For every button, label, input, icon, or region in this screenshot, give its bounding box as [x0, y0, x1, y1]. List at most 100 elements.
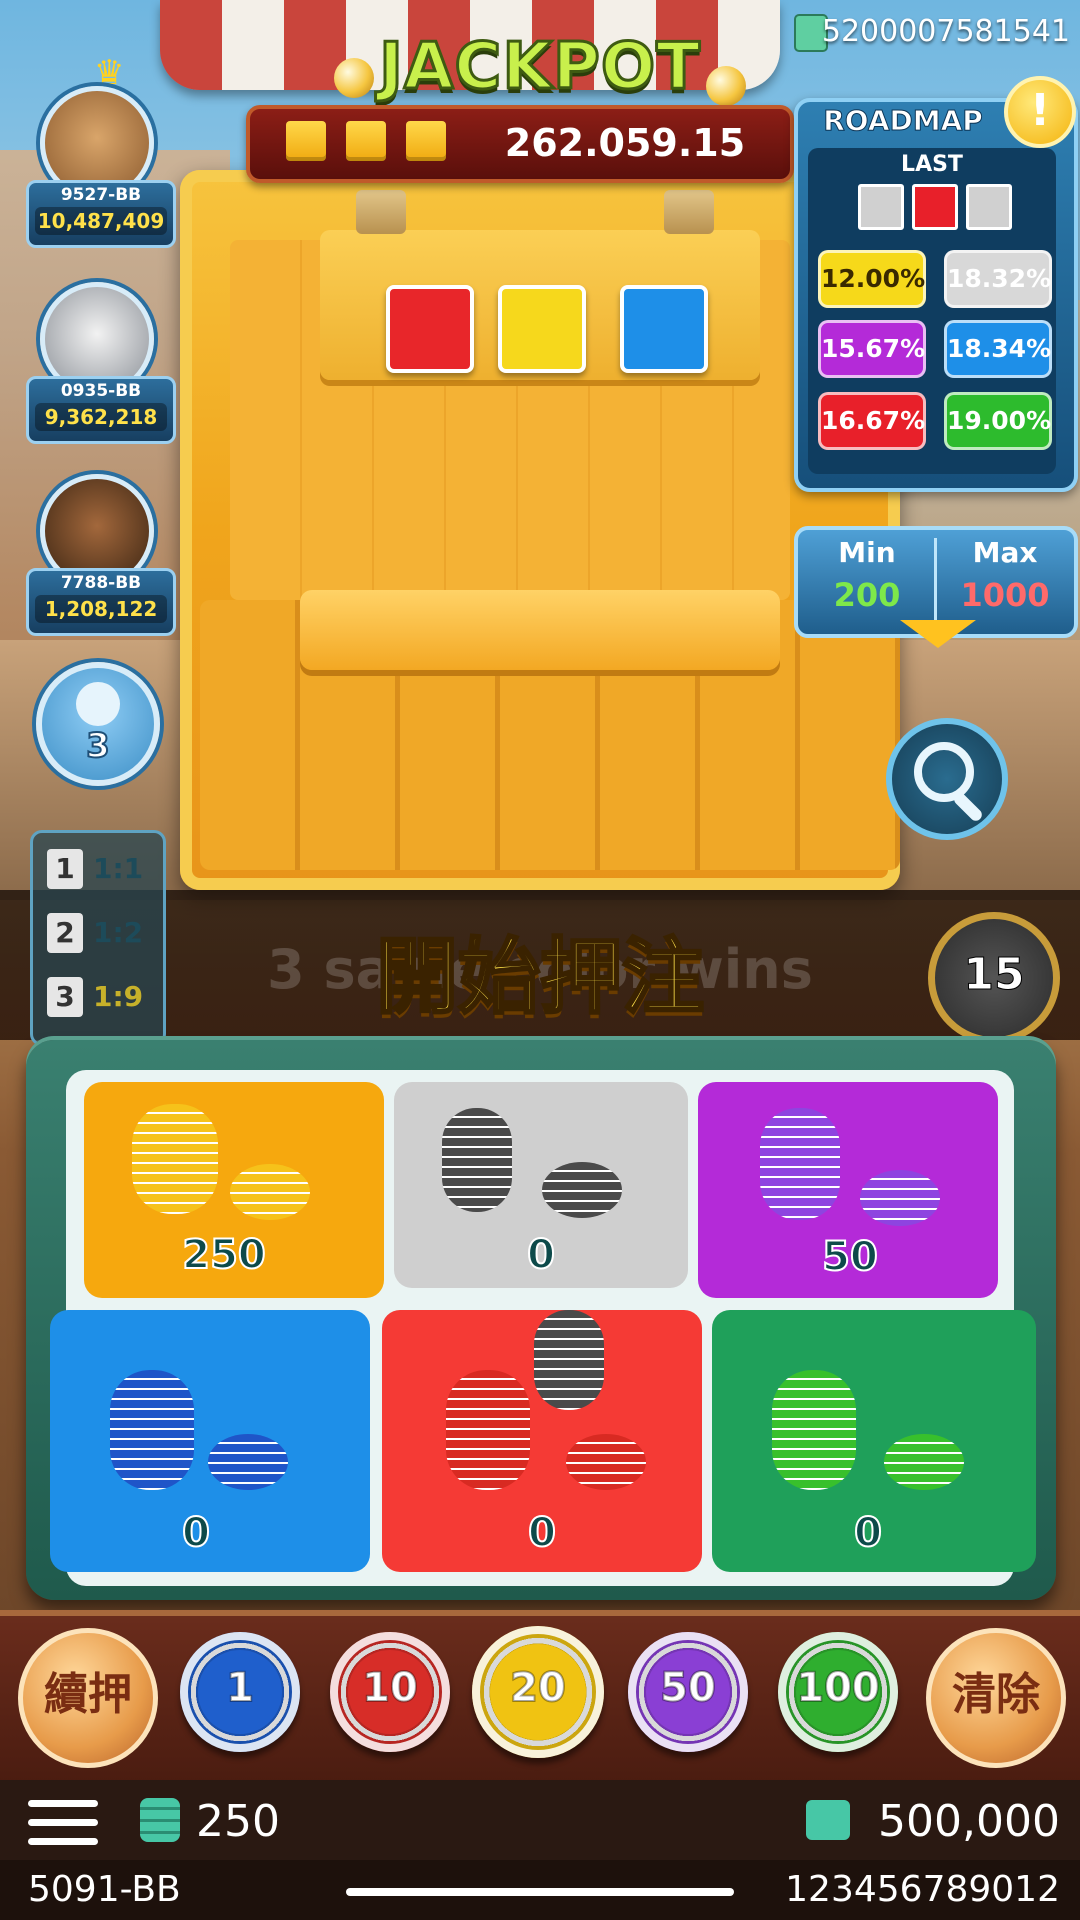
chip: [230, 1164, 310, 1220]
roadmap-title: ROADMAP: [823, 104, 984, 138]
search-icon: [914, 742, 974, 802]
odds-row: 2 1:2: [47, 909, 157, 959]
crown-icon: ♛: [94, 53, 125, 93]
search-button[interactable]: [886, 718, 1008, 840]
roadmap-panel[interactable]: ROADMAP LAST 12.00% 18.32% 15.67% 18.34%…: [794, 98, 1078, 492]
max-value: 1000: [960, 576, 1050, 614]
clear-button[interactable]: 清除: [926, 1628, 1066, 1768]
color-percentage: 16.67%: [818, 392, 926, 450]
rebet-button[interactable]: 續押: [18, 1628, 158, 1768]
user-icon: [76, 682, 120, 726]
player-seat-1[interactable]: ♛ 9527-BB 10,487,409: [26, 56, 176, 281]
jackpot-bar: 262.059.15: [246, 105, 794, 183]
dice-1: [386, 285, 474, 373]
jackpot-indicator: [406, 121, 446, 161]
bet-amount: 50: [821, 1233, 879, 1281]
hinge-right: [664, 190, 714, 234]
bet-amount: 0: [181, 1509, 211, 1557]
chip: [542, 1162, 622, 1218]
jackpot-indicator: [346, 121, 386, 161]
bet-area-green[interactable]: 0: [712, 1310, 1036, 1572]
chip: [860, 1170, 940, 1226]
player-seat-2[interactable]: 0935-BB 9,362,218: [26, 282, 176, 477]
alert-icon[interactable]: !: [1004, 76, 1076, 148]
odds-row: 1 1:1: [47, 845, 157, 895]
player-info: 0935-BB 9,362,218: [26, 376, 176, 444]
menu-icon[interactable]: [28, 1800, 98, 1846]
game-number: 123456789012: [785, 1869, 1060, 1910]
chip-stack: [442, 1108, 512, 1212]
bet-area-purple[interactable]: 50: [698, 1082, 998, 1298]
player-balance: 9,362,218: [35, 403, 167, 431]
chip-stack-black: [534, 1310, 604, 1410]
chip: [884, 1434, 964, 1490]
chip-stack: [132, 1104, 218, 1214]
player-balance: 10,487,409: [35, 207, 167, 235]
bet-area-red[interactable]: 0: [382, 1310, 702, 1572]
max-label: Max: [972, 536, 1038, 569]
min-label: Min: [838, 536, 896, 569]
chip: [566, 1434, 646, 1490]
bet-area-white[interactable]: 0: [394, 1082, 688, 1288]
player-id: 0935-BB: [60, 381, 142, 401]
color-percentage: 18.32%: [944, 250, 1052, 308]
online-count: 3: [85, 725, 111, 767]
color-percentage: 19.00%: [944, 392, 1052, 450]
chip-20-button[interactable]: 20: [472, 1626, 604, 1758]
crate-rail: [300, 590, 780, 670]
search-icon-handle: [951, 790, 985, 824]
countdown-timer: 15: [928, 912, 1060, 1044]
bet-amount: 250: [181, 1231, 267, 1279]
player-id: 7788-BB: [60, 573, 142, 593]
color-percentage: 15.67%: [818, 320, 926, 378]
money-stack-icon: [140, 1798, 180, 1842]
dice-3: [620, 285, 708, 373]
roadmap-stats: LAST 12.00% 18.32% 15.67% 18.34% 16.67% …: [808, 148, 1056, 474]
chip-100-button[interactable]: 100: [778, 1632, 898, 1752]
player-seat-3[interactable]: 7788-BB 1,208,122: [26, 474, 176, 669]
bet-amount: 0: [853, 1509, 883, 1557]
odds-ratio: 1:2: [93, 916, 144, 949]
chip: [208, 1434, 288, 1490]
chip-50-button[interactable]: 50: [628, 1632, 748, 1752]
bet-area-yellow[interactable]: 250: [84, 1082, 384, 1298]
wallet-icon: [806, 1800, 850, 1840]
last-result: [858, 184, 904, 230]
bet-area-blue[interactable]: 0: [50, 1310, 370, 1572]
jackpot-indicator: [286, 121, 326, 161]
account-id: 5200007581541: [821, 14, 1070, 49]
odds-ratio: 1:1: [93, 852, 144, 885]
user-id: 5091-BB: [28, 1869, 181, 1910]
odds-number: 2: [47, 913, 83, 953]
player-id: 9527-BB: [60, 185, 142, 205]
chip-stack: [446, 1370, 530, 1490]
color-percentage: 18.34%: [944, 320, 1052, 378]
player-info: 9527-BB 10,487,409: [26, 180, 176, 248]
last-label: LAST: [901, 152, 963, 177]
player-balance: 1,208,122: [35, 595, 167, 623]
odds-panel: 1 1:1 2 1:2 3 1:9: [30, 830, 166, 1046]
wallet-balance: 500,000: [878, 1796, 1060, 1847]
chip-1-button[interactable]: 1: [180, 1632, 300, 1752]
last-result: [912, 184, 958, 230]
chevron-down-icon[interactable]: [900, 620, 976, 648]
odds-ratio: 1:9: [93, 980, 144, 1013]
bet-amount: 0: [527, 1509, 557, 1557]
chip-10-button[interactable]: 10: [330, 1632, 450, 1752]
player-info: 7788-BB 1,208,122: [26, 568, 176, 636]
last-result: [966, 184, 1012, 230]
min-value: 200: [833, 576, 901, 614]
home-indicator[interactable]: [346, 1888, 734, 1896]
total-bet: 250: [196, 1796, 280, 1847]
chip-stack: [772, 1370, 856, 1490]
hinge-left: [356, 190, 406, 234]
online-players-button[interactable]: 3: [36, 662, 160, 786]
color-percentage: 12.00%: [818, 250, 926, 308]
bet-amount: 0: [526, 1231, 556, 1279]
chip-stack: [760, 1108, 840, 1220]
odds-number: 1: [47, 849, 83, 889]
jackpot-title: JACKPOT: [378, 29, 702, 106]
odds-number: 3: [47, 977, 83, 1017]
jackpot-value: 262.059.15: [504, 121, 746, 165]
chip-stack: [110, 1370, 194, 1490]
